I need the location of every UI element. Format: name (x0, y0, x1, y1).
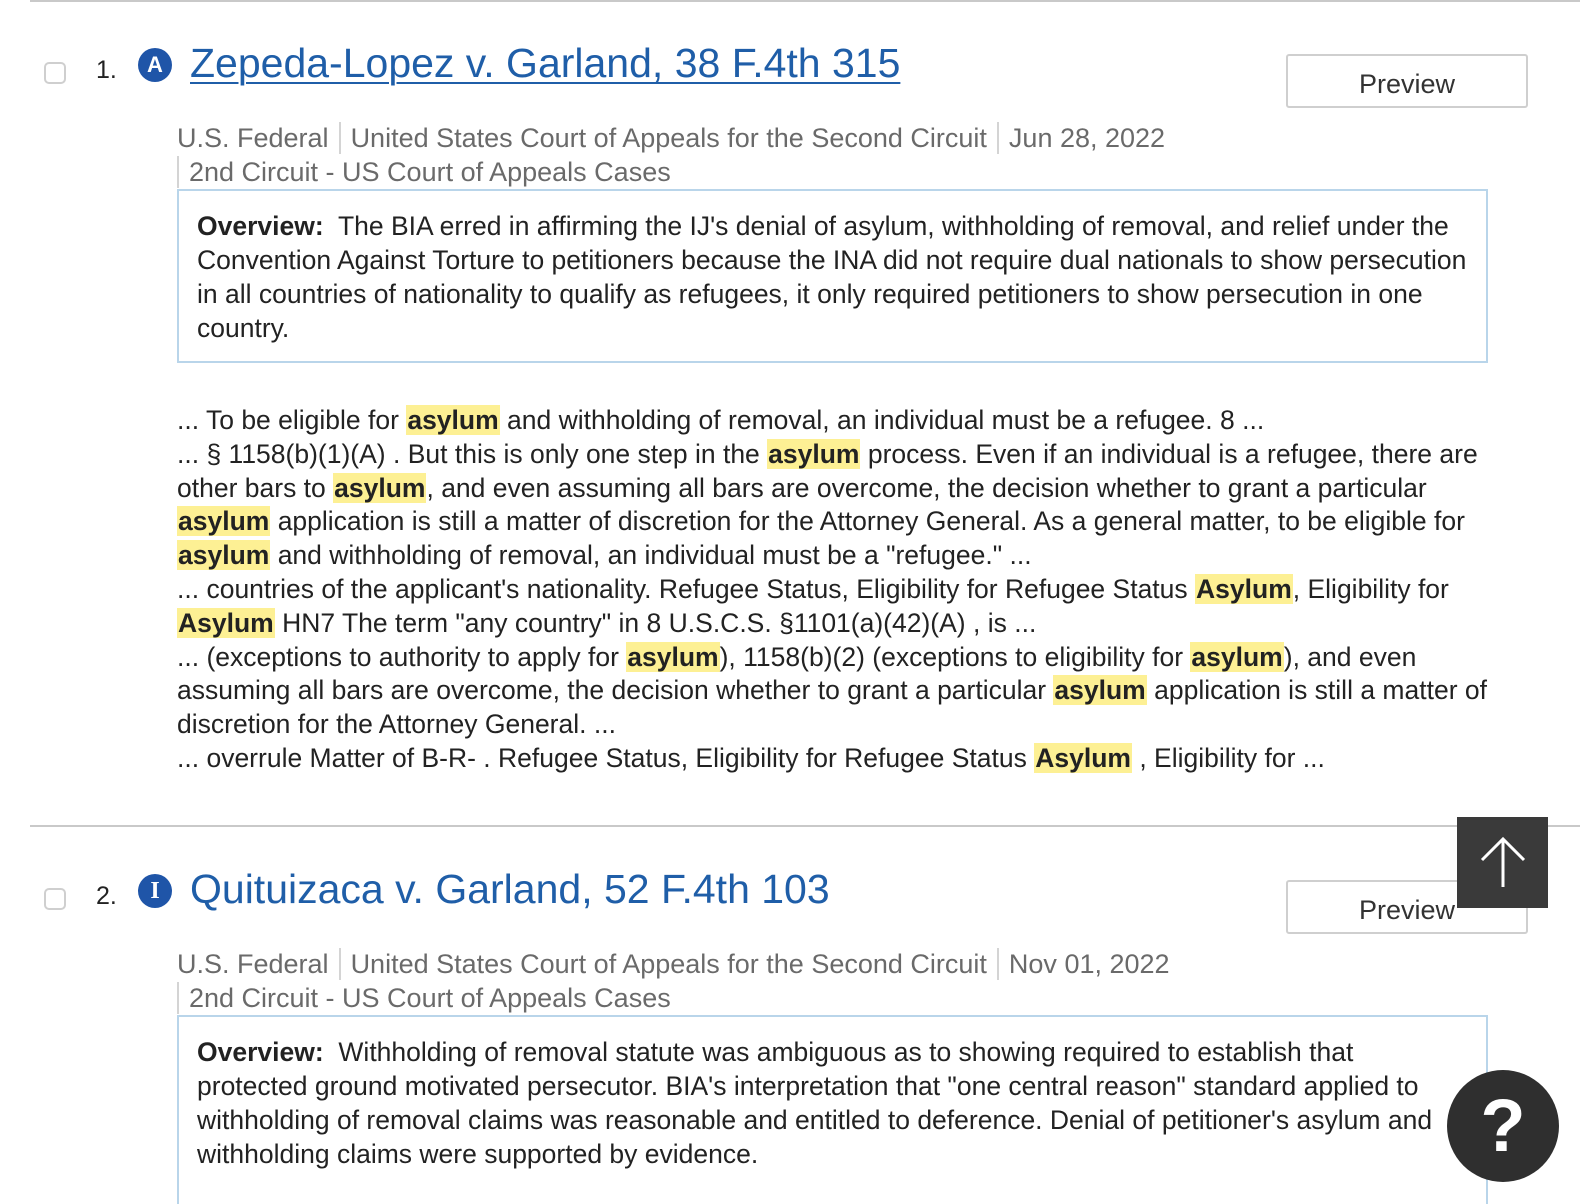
overview-box: Overview: The BIA erred in affirming the… (177, 189, 1488, 363)
treatment-badge-icon[interactable]: A (138, 48, 172, 82)
scroll-to-top-button[interactable] (1457, 817, 1548, 908)
result-select-checkbox[interactable] (44, 888, 66, 910)
meta-separator (338, 948, 341, 980)
arrow-up-icon (1480, 836, 1526, 887)
help-button[interactable]: ? (1447, 1070, 1559, 1182)
search-term-highlight: asylum (333, 472, 427, 503)
overview-label: Overview: (197, 1037, 324, 1067)
decision-date: Jun 28, 2022 (1008, 122, 1166, 153)
search-term-highlight: asylum (767, 438, 861, 469)
result-number: 1. (96, 56, 117, 84)
search-term-highlight: Asylum (1034, 742, 1132, 773)
overview-text: The BIA erred in affirming the IJ's deni… (197, 211, 1467, 343)
search-term-highlight: Asylum (177, 607, 275, 638)
divider (30, 825, 1580, 827)
result-number: 2. (96, 882, 117, 910)
court-name: United States Court of Appeals for the S… (350, 948, 987, 979)
case-title-link[interactable]: Zepeda-Lopez v. Garland, 38 F.4th 315 (190, 40, 900, 87)
search-results-page: 1. A Zepeda-Lopez v. Garland, 38 F.4th 3… (0, 0, 1580, 1204)
source-name: 2nd Circuit - US Court of Appeals Cases (177, 982, 671, 1014)
snippet-line: ... overrule Matter of B-R- . Refugee St… (177, 742, 1325, 773)
source-name: 2nd Circuit - US Court of Appeals Cases (177, 156, 671, 188)
jurisdiction: U.S. Federal (177, 948, 329, 979)
meta-separator (338, 122, 341, 154)
snippet-line: ... (exceptions to authority to apply fo… (177, 641, 1487, 740)
snippet-line: ... § 1158(b)(1)(A) . But this is only o… (177, 438, 1478, 571)
search-term-highlight: asylum (177, 506, 271, 537)
search-term-highlight: Asylum (1195, 573, 1293, 604)
preview-button[interactable]: Preview (1286, 54, 1528, 108)
snippet-line: ... To be eligible for asylum and withho… (177, 405, 1265, 435)
result-select-checkbox[interactable] (44, 62, 66, 84)
case-title-link[interactable]: Quituizaca v. Garland, 52 F.4th 103 (190, 866, 830, 913)
court-name: United States Court of Appeals for the S… (350, 122, 987, 153)
case-meta: U.S. Federal United States Court of Appe… (177, 122, 1165, 154)
search-term-highlight: asylum (1190, 641, 1284, 672)
search-term-highlight: asylum (1053, 675, 1147, 706)
meta-separator (996, 122, 999, 154)
divider (30, 0, 1580, 2)
decision-date: Nov 01, 2022 (1008, 948, 1170, 979)
case-meta: U.S. Federal United States Court of Appe… (177, 948, 1170, 980)
overview-box: Overview: Withholding of removal statute… (177, 1015, 1488, 1204)
overview-text: Withholding of removal statute was ambig… (197, 1037, 1433, 1169)
meta-separator (996, 948, 999, 980)
search-snippets: ... To be eligible for asylum and withho… (177, 404, 1497, 776)
search-term-highlight: asylum (177, 540, 271, 571)
jurisdiction: U.S. Federal (177, 122, 329, 153)
treatment-badge-icon[interactable]: I (138, 874, 172, 908)
search-term-highlight: asylum (406, 405, 500, 435)
snippet-line: ... countries of the applicant's nationa… (177, 573, 1449, 638)
overview-label: Overview: (197, 211, 324, 241)
search-term-highlight: asylum (626, 641, 720, 672)
